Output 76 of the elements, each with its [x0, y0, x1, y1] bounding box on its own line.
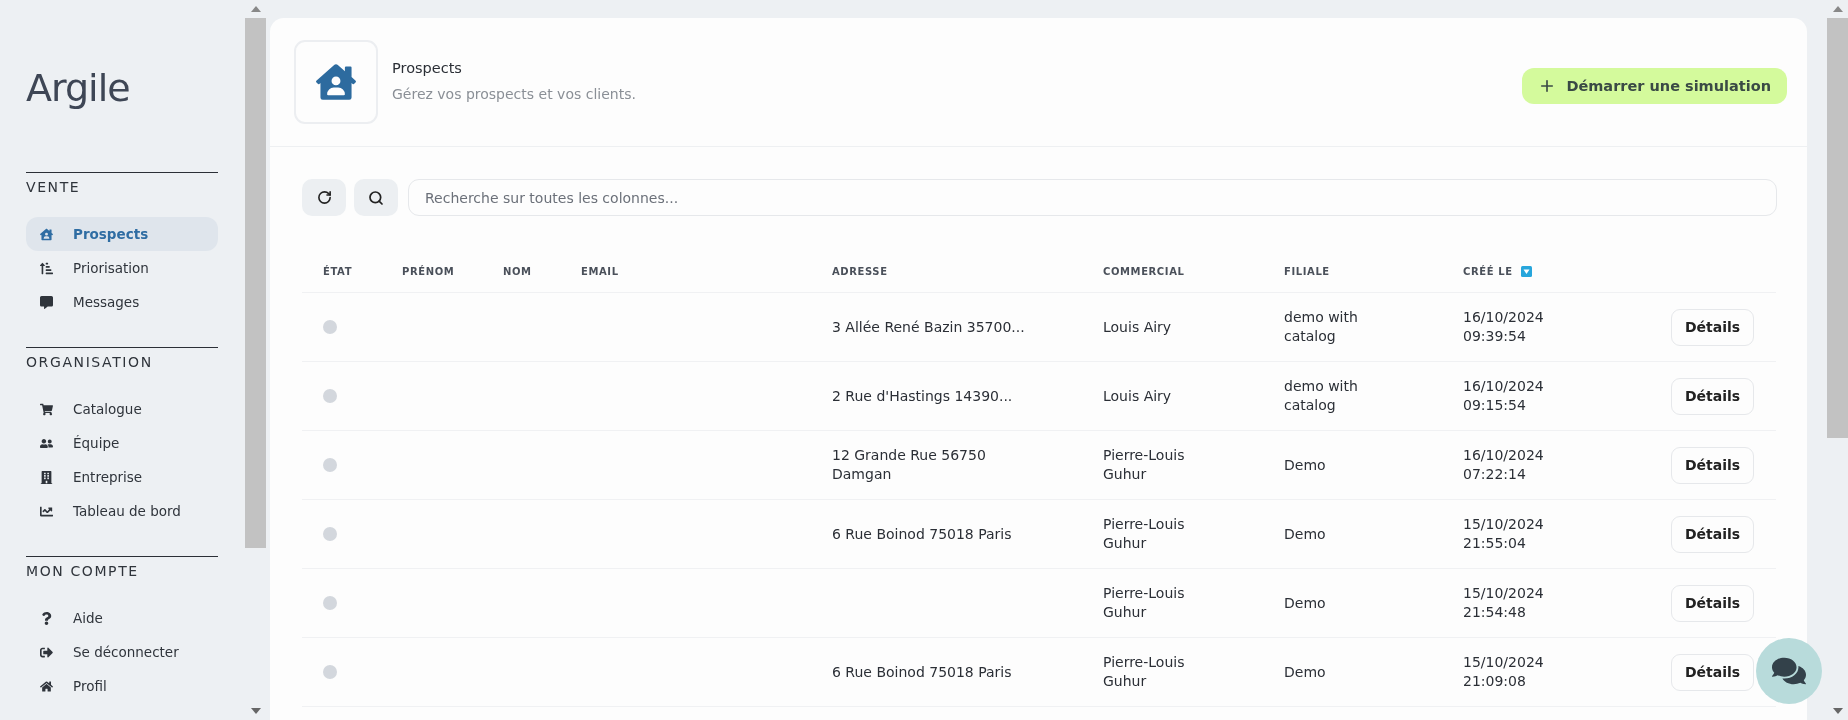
start-simulation-button[interactable]: Démarrer une simulation [1522, 68, 1787, 104]
nav-item[interactable]: Priorisation [26, 251, 218, 285]
column-header[interactable]: ADRESSE [832, 265, 1103, 277]
help-icon [40, 611, 53, 625]
table-cell-text: demo with catalog [1284, 377, 1359, 415]
logout-icon [40, 645, 53, 659]
table-cell-text: Demo [1284, 524, 1327, 544]
column-header[interactable]: FILIALE [1284, 265, 1463, 277]
column-header[interactable]: NOM [503, 265, 581, 277]
table-cell-text: 15/10/2024 21:09:08 [1463, 653, 1545, 691]
table-cell-text: 16/10/2024 09:15:54 [1463, 377, 1545, 415]
section-title: VENTE [26, 179, 82, 195]
search-icon [368, 189, 384, 206]
page-subtitle: Gérez vos prospects et vos clients. [392, 86, 637, 102]
page-title: Prospects [392, 60, 463, 76]
logo: Argile [26, 66, 131, 110]
nav-item[interactable]: Entreprise [26, 460, 218, 494]
house-user-icon [294, 40, 378, 124]
status-dot [323, 320, 337, 334]
table-cell-text: Pierre-Louis Guhur [1103, 446, 1186, 484]
home-icon [40, 679, 53, 693]
table-cell-text: 16/10/2024 09:39:54 [1463, 308, 1545, 346]
search-field[interactable]: Recherche sur toutes les colonnes... [408, 179, 1777, 216]
table-cell-text: Pierre-Louis Guhur [1103, 515, 1186, 553]
table-cell-text: Louis Airy [1103, 317, 1173, 337]
details-button[interactable]: Détails [1671, 377, 1754, 415]
column-header[interactable]: ÉTAT [323, 265, 402, 277]
refresh-button[interactable] [302, 179, 346, 216]
table-cell-text: 15/10/2024 21:54:48 [1463, 584, 1545, 622]
table-cell-text: 12 Grande Rue 56750 Damgan [832, 446, 987, 484]
people-icon [40, 436, 53, 450]
details-button[interactable]: Détails [1671, 515, 1754, 553]
table-cell-text: Pierre-Louis Guhur [1103, 653, 1186, 691]
column-header[interactable]: EMAIL [581, 265, 832, 277]
table-cell-text: 3 Allée René Bazin 35700... [832, 317, 1026, 337]
nav-item[interactable]: Tableau de bord [26, 494, 218, 528]
table-cell-text: 15/10/2024 21:55:04 [1463, 515, 1545, 553]
status-dot [323, 596, 337, 610]
table-cell-text: Demo [1284, 593, 1327, 613]
nav-item[interactable]: Profil [26, 669, 218, 703]
details-button[interactable]: Détails [1671, 446, 1754, 484]
chat-icon [40, 295, 53, 309]
table-cell-text: Demo [1284, 455, 1327, 475]
table-cell-text: demo with catalog [1284, 308, 1359, 346]
building-icon [40, 470, 53, 484]
nav-item[interactable]: Aide [26, 601, 218, 635]
section-title: ORGANISATION [26, 354, 154, 370]
column-header[interactable]: CRÉÉ LE [1463, 265, 1671, 277]
status-dot [323, 527, 337, 541]
table-cell-text: 16/10/2024 07:22:14 [1463, 446, 1545, 484]
table-cell-text: 6 Rue Boinod 75018 Paris [832, 662, 1013, 682]
cart-icon [40, 402, 53, 416]
details-button[interactable]: Détails [1671, 584, 1754, 622]
status-dot [323, 389, 337, 403]
search-button[interactable] [354, 179, 398, 216]
table-cell-text: 6 Rue Boinod 75018 Paris [832, 524, 1013, 544]
status-dot [323, 665, 337, 679]
table-cell-text: 2 Rue d'Hastings 14390... [832, 386, 1014, 406]
table-cell-text: Pierre-Louis Guhur [1103, 584, 1186, 622]
column-header[interactable]: PRÉNOM [402, 265, 503, 277]
house-user-icon [40, 227, 53, 241]
table-cell-text: Demo [1284, 662, 1327, 682]
nav-item[interactable]: Prospects [26, 217, 218, 251]
details-button[interactable]: Détails [1671, 653, 1754, 691]
refresh-icon [316, 190, 332, 205]
nav-item[interactable]: Se déconnecter [26, 635, 218, 669]
section-title: MON COMPTE [26, 563, 140, 579]
nav-item[interactable]: Messages [26, 285, 218, 319]
status-dot [323, 458, 337, 472]
line-chart-icon [40, 504, 53, 518]
sort-icon [40, 261, 53, 275]
details-button[interactable]: Détails [1671, 308, 1754, 346]
table-cell-text: Louis Airy [1103, 386, 1173, 406]
column-header[interactable]: COMMERCIAL [1103, 265, 1284, 277]
nav-item[interactable]: Équipe [26, 426, 218, 460]
nav-item[interactable]: Catalogue [26, 392, 218, 426]
